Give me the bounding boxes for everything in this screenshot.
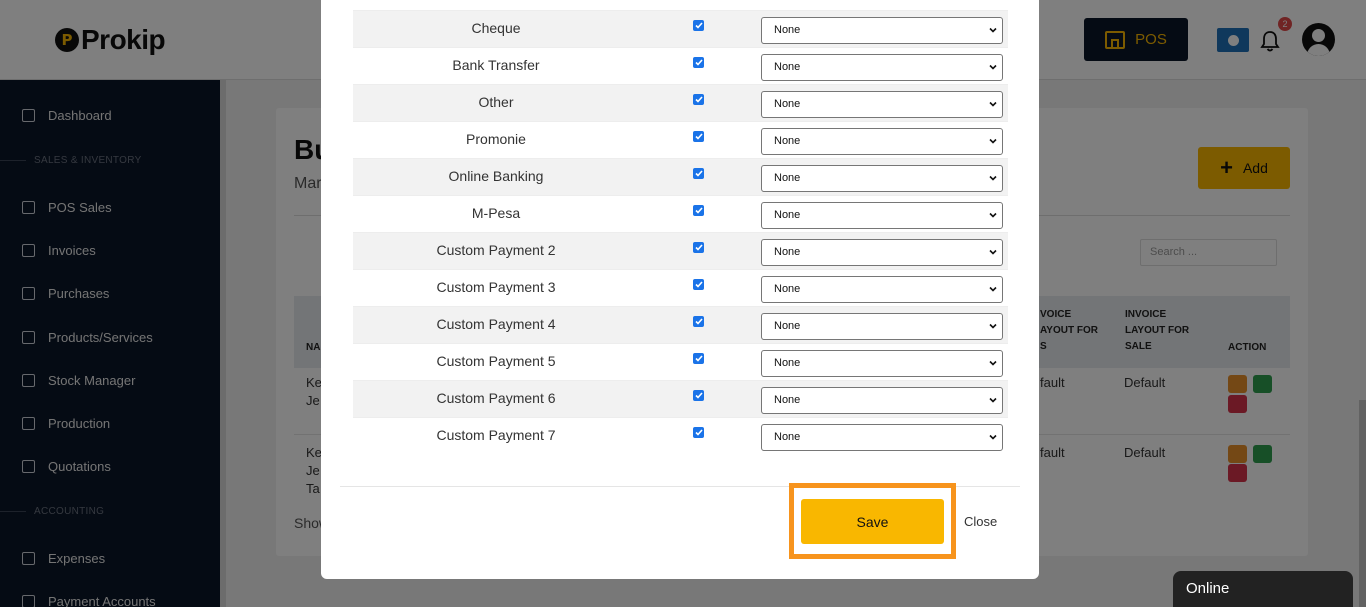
payment-method-name: Custom Payment 6 bbox=[436, 390, 556, 406]
payment-method-row: Cheque None bbox=[353, 10, 1008, 47]
payment-account-select[interactable]: None bbox=[761, 350, 1003, 377]
payment-method-enabled-checkbox[interactable] bbox=[693, 279, 704, 290]
save-button[interactable]: Save bbox=[801, 499, 944, 544]
chevron-down-icon bbox=[989, 397, 997, 403]
payment-method-row: Custom Payment 4 None bbox=[353, 306, 1008, 343]
payment-account-select[interactable]: None bbox=[761, 54, 1003, 81]
payment-account-select-value: None bbox=[774, 246, 801, 258]
payment-method-row: Other None bbox=[353, 84, 1008, 121]
payment-method-name: M-Pesa bbox=[471, 205, 521, 221]
payment-account-select-value: None bbox=[774, 98, 801, 110]
chat-online-widget[interactable]: Online bbox=[1173, 571, 1353, 607]
payment-account-select-value: None bbox=[774, 394, 801, 406]
payment-method-name: Custom Payment 4 bbox=[436, 316, 556, 332]
payment-account-select-value: None bbox=[774, 135, 801, 147]
payment-method-name: Custom Payment 2 bbox=[436, 242, 556, 258]
payment-method-enabled-checkbox[interactable] bbox=[693, 57, 704, 68]
payment-method-name: Cheque bbox=[471, 20, 521, 36]
payment-account-select-value: None bbox=[774, 209, 801, 221]
checkmark-icon bbox=[694, 281, 703, 288]
chevron-down-icon bbox=[989, 212, 997, 218]
checkmark-icon bbox=[694, 96, 703, 103]
payment-method-enabled-checkbox[interactable] bbox=[693, 20, 704, 31]
chevron-down-icon bbox=[989, 27, 997, 33]
payment-method-name: Custom Payment 3 bbox=[436, 279, 556, 295]
payment-method-name: Bank Transfer bbox=[452, 57, 540, 73]
chevron-down-icon bbox=[989, 138, 997, 144]
payment-method-name: Promonie bbox=[466, 131, 526, 147]
checkmark-icon bbox=[694, 170, 703, 177]
payment-method-row: Online Banking None bbox=[353, 158, 1008, 195]
checkmark-icon bbox=[694, 244, 703, 251]
payment-account-select[interactable]: None bbox=[761, 387, 1003, 414]
payment-account-select-value: None bbox=[774, 431, 801, 443]
payment-method-row: Promonie None bbox=[353, 121, 1008, 158]
checkmark-icon bbox=[694, 392, 703, 399]
payment-account-select[interactable]: None bbox=[761, 202, 1003, 229]
payment-method-row: M-Pesa None bbox=[353, 195, 1008, 232]
payment-account-select-value: None bbox=[774, 283, 801, 295]
checkmark-icon bbox=[694, 429, 703, 436]
checkmark-icon bbox=[694, 355, 703, 362]
chevron-down-icon bbox=[989, 64, 997, 70]
chevron-down-icon bbox=[989, 101, 997, 107]
payment-method-name: Custom Payment 7 bbox=[436, 427, 556, 443]
payment-account-select-value: None bbox=[774, 61, 801, 73]
chevron-down-icon bbox=[989, 175, 997, 181]
checkmark-icon bbox=[694, 133, 703, 140]
chevron-down-icon bbox=[989, 434, 997, 440]
payment-account-select[interactable]: None bbox=[761, 91, 1003, 118]
checkmark-icon bbox=[694, 207, 703, 214]
checkmark-icon bbox=[694, 22, 703, 29]
chevron-down-icon bbox=[989, 286, 997, 292]
payment-method-name: Custom Payment 5 bbox=[436, 353, 556, 369]
payment-method-enabled-checkbox[interactable] bbox=[693, 168, 704, 179]
payment-method-row: Custom Payment 5 None bbox=[353, 343, 1008, 380]
close-button[interactable]: Close bbox=[964, 514, 997, 529]
payment-method-enabled-checkbox[interactable] bbox=[693, 353, 704, 364]
payment-method-enabled-checkbox[interactable] bbox=[693, 316, 704, 327]
payment-method-row: Custom Payment 7 None bbox=[353, 417, 1008, 454]
payment-account-select-value: None bbox=[774, 357, 801, 369]
payment-method-row: Custom Payment 3 None bbox=[353, 269, 1008, 306]
payment-method-row: Custom Payment 6 None bbox=[353, 380, 1008, 417]
payment-account-select[interactable]: None bbox=[761, 313, 1003, 340]
payment-account-select-value: None bbox=[774, 320, 801, 332]
chevron-down-icon bbox=[989, 323, 997, 329]
payment-account-select-value: None bbox=[774, 24, 801, 36]
payment-method-row: Bank Transfer None bbox=[353, 47, 1008, 84]
payment-method-name: Online Banking bbox=[448, 168, 544, 184]
chevron-down-icon bbox=[989, 249, 997, 255]
chevron-down-icon bbox=[989, 360, 997, 366]
payment-account-select[interactable]: None bbox=[761, 239, 1003, 266]
payment-account-select[interactable]: None bbox=[761, 165, 1003, 192]
checkmark-icon bbox=[694, 318, 703, 325]
payment-account-select-value: None bbox=[774, 172, 801, 184]
payment-method-enabled-checkbox[interactable] bbox=[693, 242, 704, 253]
payment-account-select[interactable]: None bbox=[761, 276, 1003, 303]
payment-method-enabled-checkbox[interactable] bbox=[693, 427, 704, 438]
payment-method-row: Custom Payment 2 None bbox=[353, 232, 1008, 269]
payment-method-enabled-checkbox[interactable] bbox=[693, 131, 704, 142]
payment-method-enabled-checkbox[interactable] bbox=[693, 94, 704, 105]
checkmark-icon bbox=[694, 59, 703, 66]
payment-account-select[interactable]: None bbox=[761, 17, 1003, 44]
payment-method-enabled-checkbox[interactable] bbox=[693, 390, 704, 401]
payment-account-select[interactable]: None bbox=[761, 128, 1003, 155]
payment-method-enabled-checkbox[interactable] bbox=[693, 205, 704, 216]
payment-method-name: Other bbox=[478, 94, 514, 110]
payment-account-select[interactable]: None bbox=[761, 424, 1003, 451]
